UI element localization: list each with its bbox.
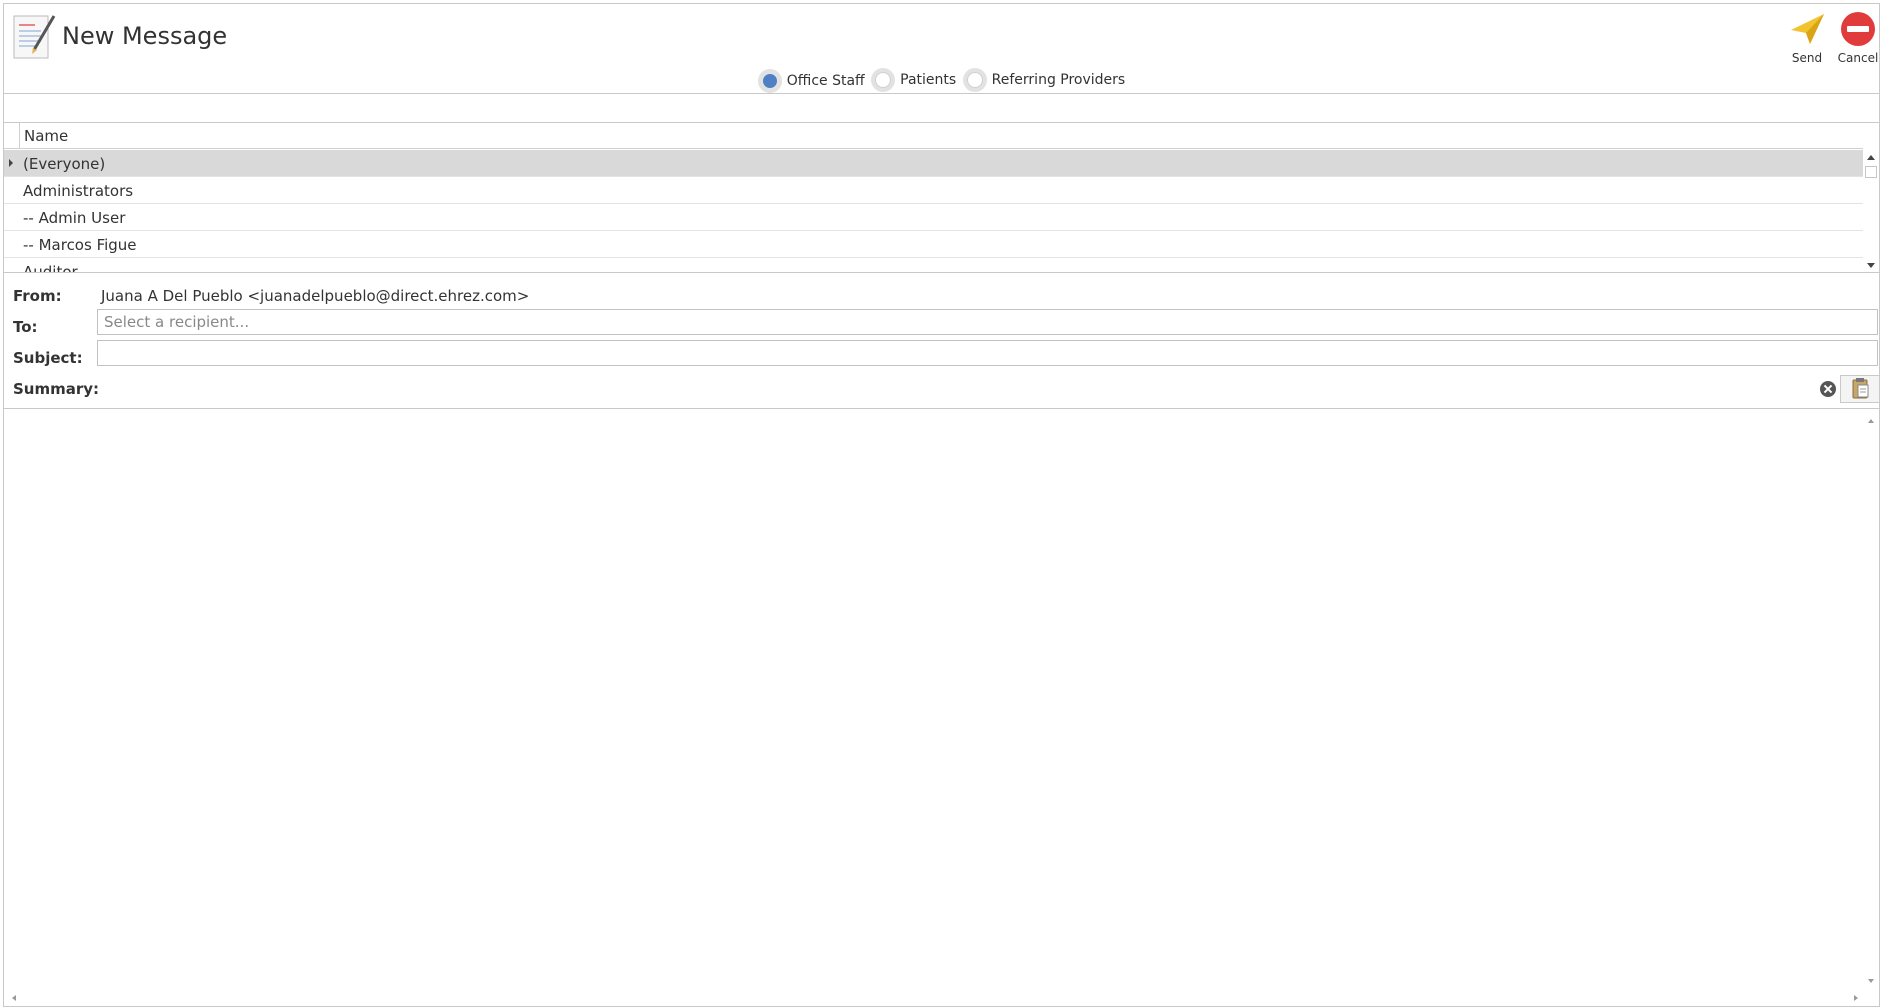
radio-patients[interactable]: Patients xyxy=(871,68,956,92)
scroll-left-icon[interactable] xyxy=(12,995,16,1001)
name-cell: Administrators xyxy=(23,182,134,200)
radio-indicator xyxy=(871,68,896,92)
grid-header-gutter xyxy=(4,123,19,149)
cancel-no-entry-icon xyxy=(1841,12,1875,46)
recipient-grid: Name (Everyone) Administrators -- Admin … xyxy=(4,123,1879,273)
send-label: Send xyxy=(1791,51,1823,65)
send-button[interactable]: Send xyxy=(1781,10,1833,65)
row-gutter xyxy=(4,204,19,230)
row-gutter xyxy=(4,177,19,203)
table-row[interactable]: Administrators xyxy=(4,177,1863,204)
table-row[interactable]: (Everyone) xyxy=(4,150,1863,177)
summary-label: Summary: xyxy=(13,380,100,398)
name-cell: -- Marcos Figue xyxy=(23,236,137,254)
radio-office-staff[interactable]: Office Staff xyxy=(757,69,865,93)
row-gutter xyxy=(4,231,19,257)
message-body-editor[interactable] xyxy=(4,408,1879,1006)
new-message-window: New Message Send Cancel Office Staff Pat… xyxy=(3,3,1880,1007)
grid-vertical-scrollbar[interactable] xyxy=(1863,150,1879,272)
cancel-label: Cancel xyxy=(1837,51,1879,65)
row-gutter xyxy=(4,258,19,272)
clear-summary-icon[interactable] xyxy=(1820,381,1836,397)
scroll-right-icon[interactable] xyxy=(1854,995,1858,1001)
clipboard-icon xyxy=(1852,378,1869,399)
radio-label: Office Staff xyxy=(786,73,865,89)
subject-input[interactable] xyxy=(97,340,1878,366)
scroll-thumb[interactable] xyxy=(1865,166,1877,178)
scroll-down-icon[interactable] xyxy=(1868,979,1874,983)
name-cell: -- Admin User xyxy=(23,209,126,227)
scroll-up-icon[interactable] xyxy=(1867,155,1875,160)
scroll-down-icon[interactable] xyxy=(1867,263,1875,268)
table-row[interactable]: Auditor xyxy=(4,258,1863,272)
radio-indicator xyxy=(962,68,987,92)
to-recipient-input[interactable] xyxy=(97,309,1878,335)
subject-label: Subject: xyxy=(13,349,83,367)
radio-label: Patients xyxy=(900,72,957,88)
table-row[interactable]: -- Marcos Figue xyxy=(4,231,1863,258)
from-label: From: xyxy=(13,287,62,305)
radio-label: Referring Providers xyxy=(991,72,1126,88)
paste-button[interactable] xyxy=(1840,375,1880,403)
radio-referring-providers[interactable]: Referring Providers xyxy=(962,68,1126,92)
compose-document-icon xyxy=(13,15,56,59)
cancel-button[interactable]: Cancel xyxy=(1832,10,1883,65)
grid-filter-row[interactable] xyxy=(4,93,1879,123)
scroll-up-icon[interactable] xyxy=(1868,419,1874,423)
recipient-type-group: Office Staff Patients Referring Provider… xyxy=(4,68,1879,93)
name-cell: Auditor xyxy=(23,263,78,272)
from-value: Juana A Del Pueblo <juanadelpueblo@direc… xyxy=(101,287,530,305)
header: New Message Send Cancel Office Staff Pat… xyxy=(4,4,1879,94)
send-paper-plane-icon xyxy=(1791,14,1824,44)
grid-body: (Everyone) Administrators -- Admin User … xyxy=(4,150,1863,272)
page-title: New Message xyxy=(62,22,228,50)
table-row[interactable]: -- Admin User xyxy=(4,204,1863,231)
row-gutter xyxy=(4,150,19,176)
to-label: To: xyxy=(13,318,38,336)
editor-vertical-scrollbar[interactable] xyxy=(1863,409,1879,989)
editor-horizontal-scrollbar[interactable] xyxy=(4,990,1864,1006)
radio-indicator xyxy=(757,69,782,93)
current-row-arrow-icon xyxy=(9,159,13,167)
name-cell: (Everyone) xyxy=(23,155,106,173)
column-header-name[interactable]: Name xyxy=(19,123,1863,149)
